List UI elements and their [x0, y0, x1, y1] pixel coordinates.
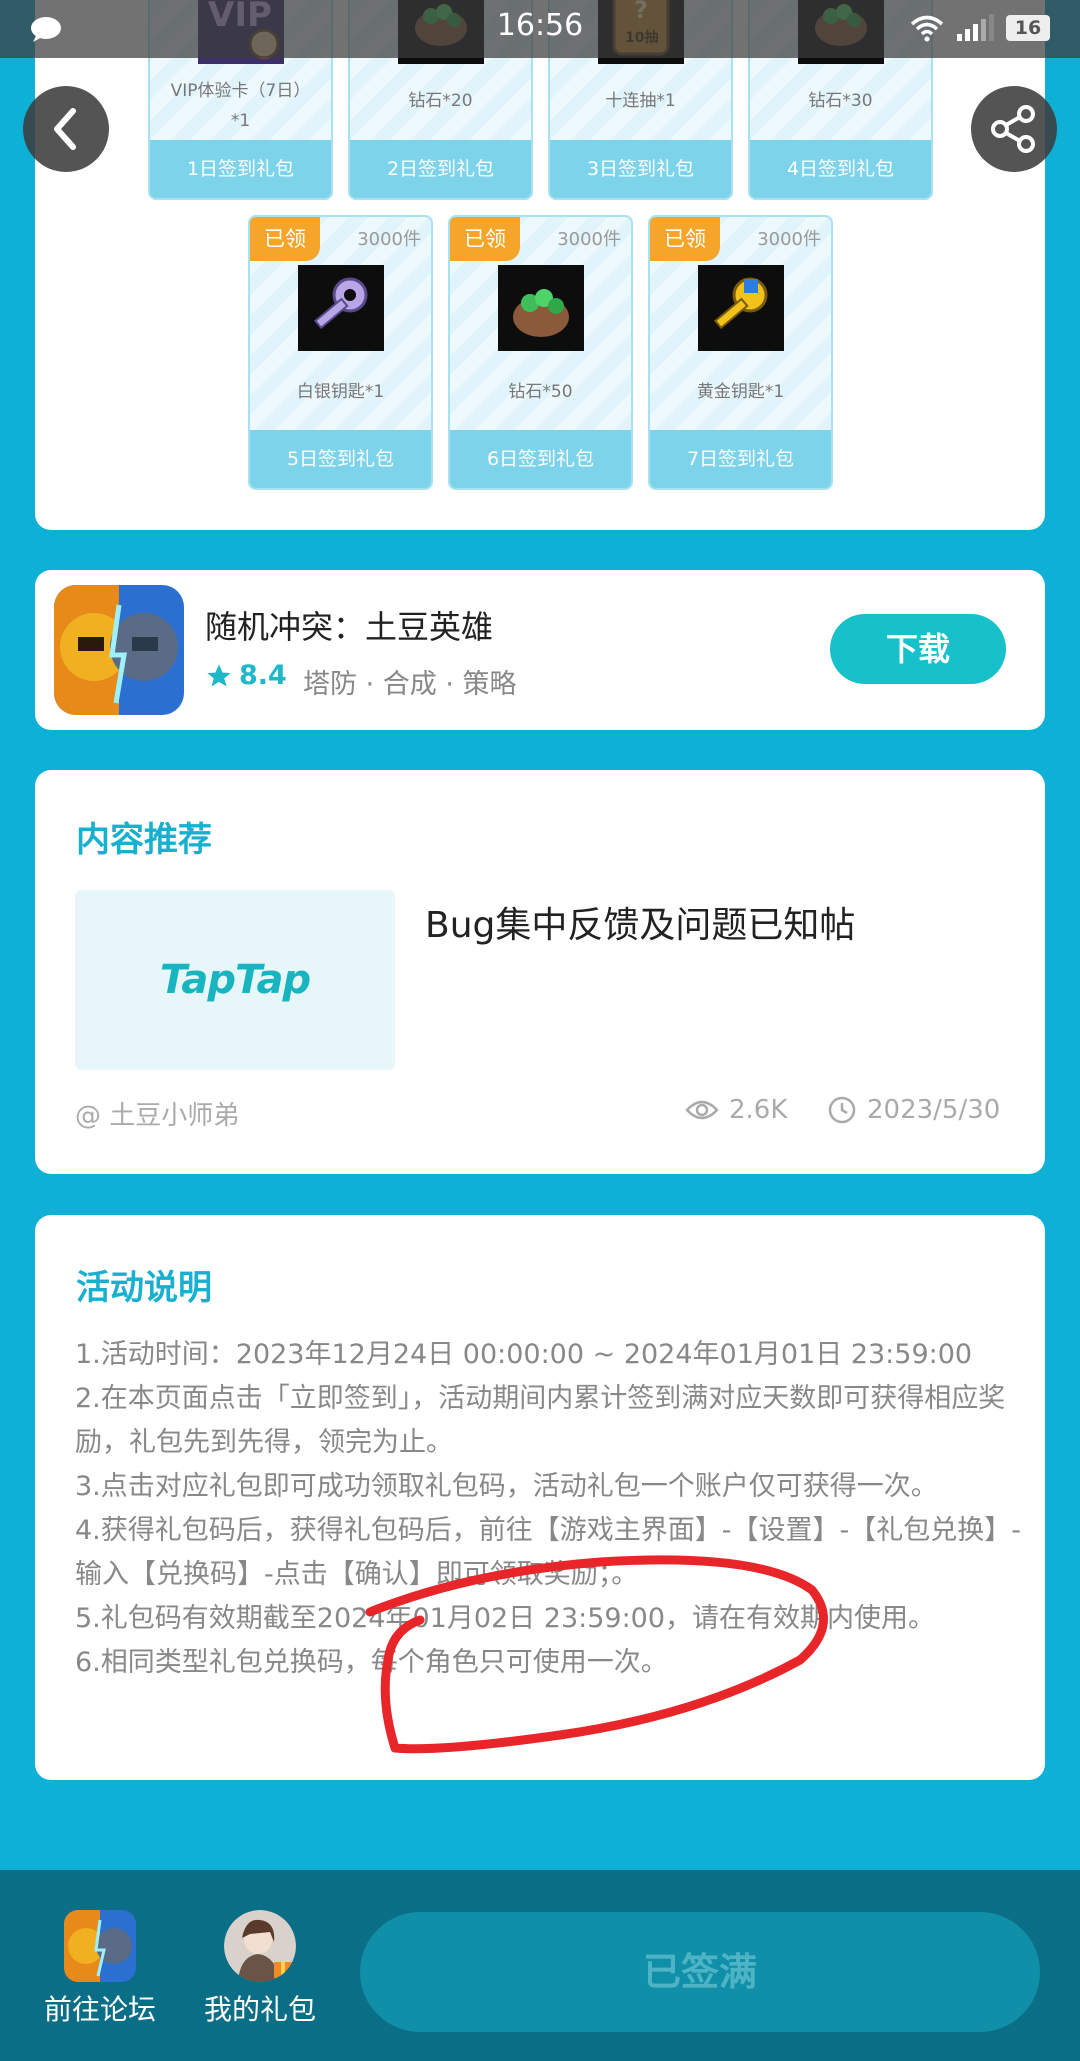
post-views: 2.6K — [685, 1095, 787, 1125]
rule-line: 4.获得礼包码后，获得礼包码后，前往【游戏主界面】-【设置】-【礼包兑换】-输入… — [75, 1515, 1021, 1590]
views-count: 2.6K — [729, 1095, 788, 1125]
taptap-logo: TapTap — [159, 957, 311, 1003]
gift-day-5[interactable]: 已领 3000件 白银钥匙*1 5日签到礼包 — [248, 215, 433, 490]
post-author[interactable]: @ 土豆小师弟 — [75, 1095, 239, 1132]
claimed-badge: 已领 — [250, 217, 320, 261]
bottom-action-bar: 前往论坛 我的礼包 已签满 — [0, 1870, 1080, 2061]
gift-stock-count: 3000件 — [757, 229, 821, 250]
post-date: 2023/5/30 — [827, 1095, 1000, 1125]
game-icon — [54, 585, 184, 715]
gift-name: 十连抽*1 — [605, 91, 676, 111]
my-gifts-button[interactable]: 我的礼包 — [195, 1910, 325, 2028]
rules-text: 1.活动时间：2023年12月24日 00:00:00 ~ 2024年01月01… — [75, 1333, 1025, 1685]
gift-day-label: 4日签到礼包 — [750, 140, 931, 198]
game-title: 随机冲突：土豆英雄 — [205, 608, 494, 646]
silver-key-icon — [297, 265, 384, 351]
game-card[interactable]: 随机冲突：土豆英雄 8.4 塔防 · 合成 · 策略 下载 — [35, 570, 1045, 730]
rule-line: 5.礼包码有效期截至2024年01月02日 23:59:00，请在有效期内使用。 — [75, 1603, 936, 1634]
gift-name: 黄金钥匙*1 — [696, 382, 785, 402]
go-to-forum-button[interactable]: 前往论坛 — [35, 1910, 165, 2028]
date-text: 2023/5/30 — [867, 1095, 1001, 1125]
post-title-link[interactable]: Bug集中反馈及问题已知帖 — [425, 896, 855, 948]
gift-day-7[interactable]: 已领 3000件 黄金钥匙*1 7日签到礼包 — [648, 215, 833, 490]
claimed-badge: 已领 — [450, 217, 520, 261]
clock-icon — [828, 1096, 856, 1124]
gift-day-label: 7日签到礼包 — [650, 430, 831, 488]
share-icon — [991, 105, 1035, 153]
sign-in-gift-panel: VIP VIP体验卡（7日）*1 1日签到礼包 钻石*20 2日签到礼包 ?10… — [35, 0, 1045, 530]
content-recommend-card: 内容推荐 TapTap Bug集中反馈及问题已知帖 @ 土豆小师弟 2.6K 2… — [35, 770, 1045, 1174]
gift-day-label: 3日签到礼包 — [550, 140, 731, 198]
gift-name: 钻石*30 — [808, 91, 873, 111]
rating-value: 8.4 — [239, 660, 287, 691]
status-bar: 16:56 16 — [0, 0, 1080, 58]
back-button[interactable] — [23, 86, 109, 172]
rule-line: 1.活动时间：2023年12月24日 00:00:00 ~ 2024年01月01… — [75, 1339, 973, 1370]
gift-stock-count: 3000件 — [557, 229, 621, 250]
diamond-bag-icon — [497, 265, 584, 351]
gift-day-label: 6日签到礼包 — [450, 430, 631, 488]
my-gifts-label: 我的礼包 — [203, 1993, 316, 2026]
wifi-icon — [910, 15, 944, 42]
activity-rules-card: 活动说明 1.活动时间：2023年12月24日 00:00:00 ~ 2024年… — [35, 1215, 1045, 1780]
gift-name: 钻石*50 — [508, 382, 573, 402]
rule-line: 3.点击对应礼包即可成功领取礼包码，活动礼包一个账户仅可获得一次。 — [75, 1471, 938, 1502]
section-title-recommend: 内容推荐 — [76, 820, 212, 860]
gift-day-6[interactable]: 已领 3000件 钻石*50 6日签到礼包 — [448, 215, 633, 490]
rule-line: 6.相同类型礼包兑换码，每个角色只可使用一次。 — [75, 1647, 668, 1678]
gift-day-label: 5日签到礼包 — [250, 430, 431, 488]
gift-name: 白银钥匙*1 — [296, 382, 385, 402]
share-button[interactable] — [971, 86, 1057, 172]
eye-icon — [685, 1100, 719, 1120]
forum-label: 前往论坛 — [43, 1993, 156, 2026]
game-icon — [64, 1910, 136, 1982]
section-title-rules: 活动说明 — [76, 1268, 212, 1308]
gift-day-label: 1日签到礼包 — [150, 140, 331, 198]
chevron-left-icon — [54, 108, 76, 150]
signal-icon — [957, 14, 994, 41]
gift-stock-count: 3000件 — [357, 229, 421, 250]
gift-name: 钻石*20 — [408, 91, 473, 111]
rule-line: 2.在本页面点击「立即签到」，活动期间内累计签到满对应天数即可获得相应奖励，礼包… — [75, 1383, 1006, 1458]
gift-name: VIP体验卡（7日）*1 — [170, 81, 311, 131]
claimed-badge: 已领 — [650, 217, 720, 261]
game-rating: 8.4 — [205, 660, 287, 691]
download-button[interactable]: 下载 — [830, 614, 1006, 684]
star-icon — [207, 663, 231, 686]
sign-in-full-button[interactable]: 已签满 — [360, 1912, 1040, 2032]
gift-day-label: 2日签到礼包 — [350, 140, 531, 198]
post-thumbnail[interactable]: TapTap — [75, 890, 395, 1070]
avatar — [224, 1910, 296, 1982]
gold-key-icon — [697, 265, 784, 351]
battery-level: 16 — [1006, 15, 1050, 41]
game-tags: 塔防 · 合成 · 策略 — [303, 669, 517, 700]
